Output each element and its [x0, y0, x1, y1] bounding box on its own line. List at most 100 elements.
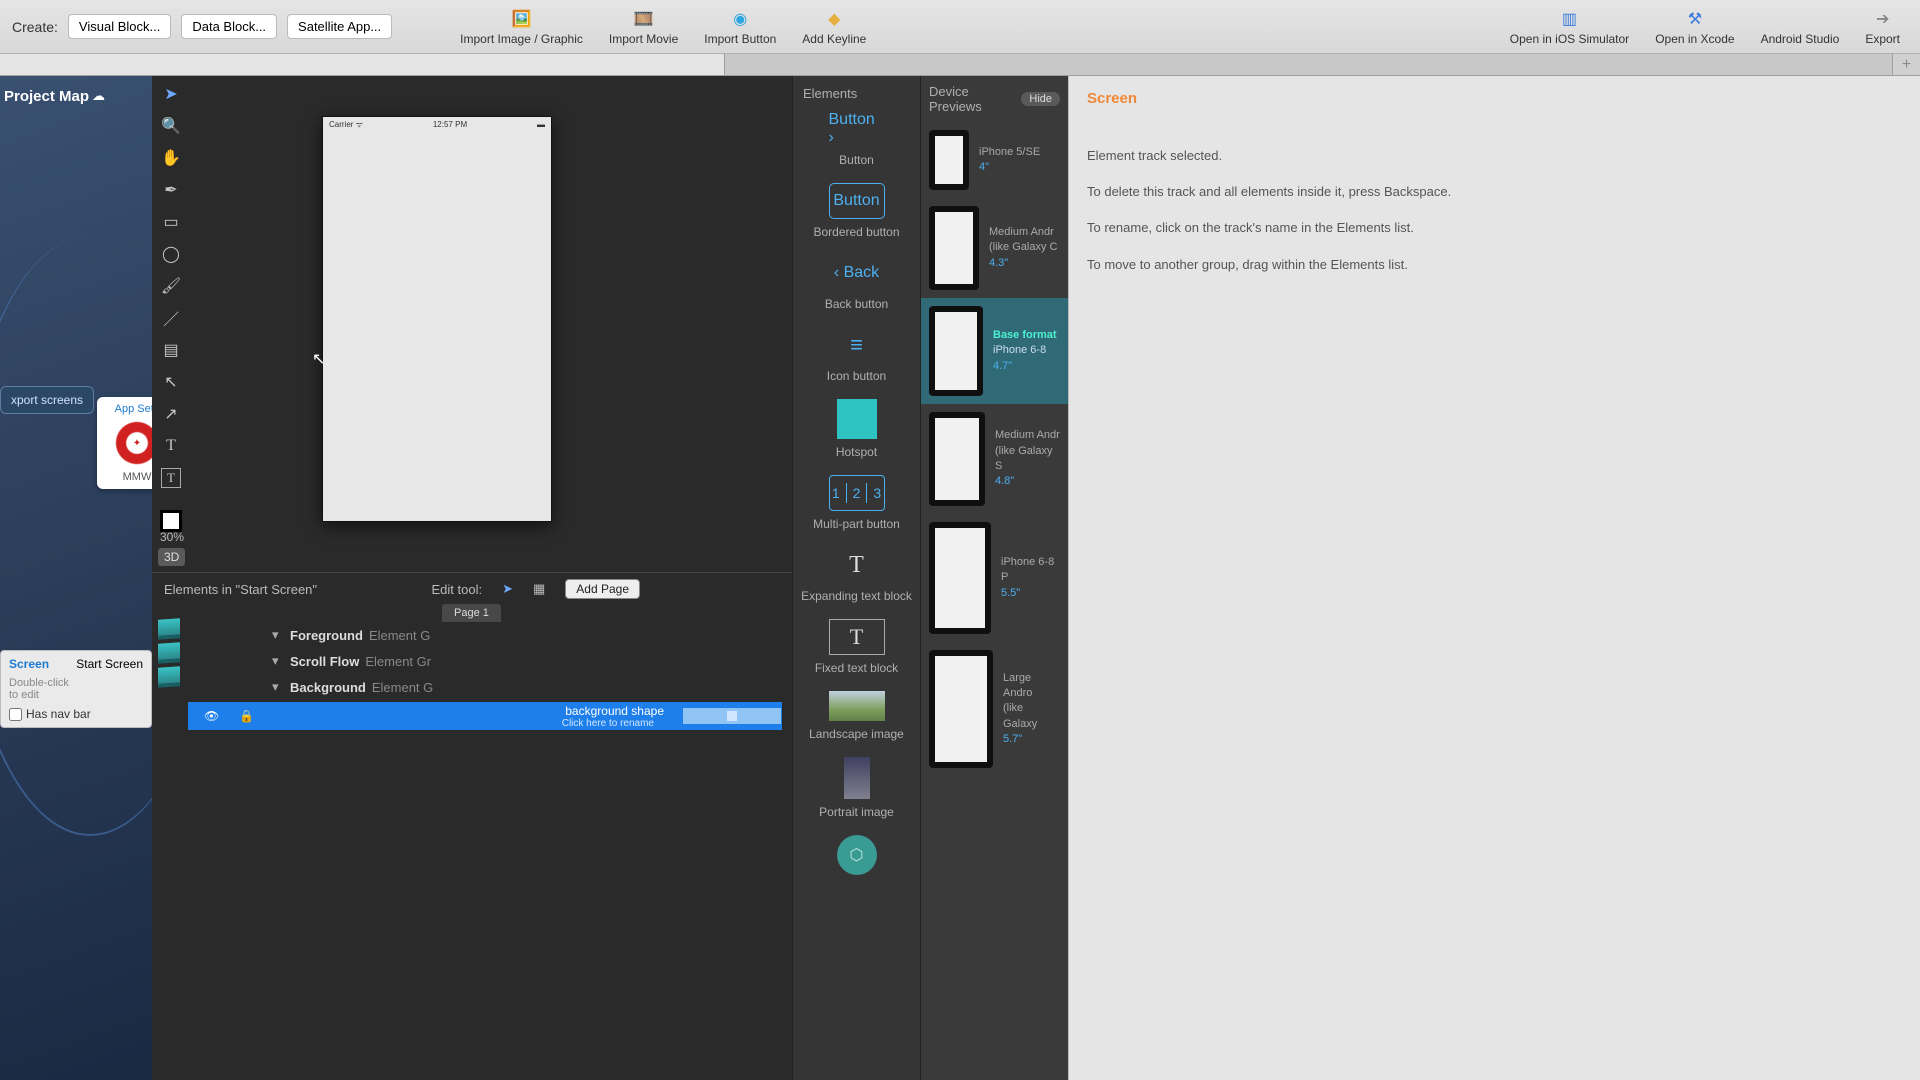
landscape-preview — [829, 691, 885, 721]
tab-strip: + — [0, 54, 1920, 76]
pointer-tool-icon[interactable]: ➤ — [161, 84, 181, 104]
has-nav-checkbox[interactable]: Has nav bar — [9, 707, 143, 721]
lib-expanding-text[interactable]: T Expanding text block — [793, 547, 920, 603]
keyline-icon: ◆ — [823, 8, 845, 30]
device-android-medium-48[interactable]: Medium Andr(like Galaxy S4.8" — [921, 404, 1068, 514]
canvas-panel: ➤ 🔍 ✋ ✒ ▭ ◯ 🖌 ／ ▤ ↖ ↗ T T 30% 3D Carrier… — [152, 76, 792, 1080]
device-iphone-5se[interactable]: iPhone 5/SE4" — [921, 122, 1068, 198]
lib-icon-button[interactable]: ≡ Icon button — [793, 327, 920, 383]
import-button-button[interactable]: ◉ Import Button — [704, 8, 776, 46]
brush-tool-icon[interactable]: 🖌 — [161, 276, 181, 296]
tool-strip: ➤ 🔍 ✋ ✒ ▭ ◯ 🖌 ／ ▤ ↖ ↗ T T — [158, 84, 184, 532]
line-tool-icon[interactable]: ／ — [161, 308, 181, 328]
rename-hint: Click here to rename — [264, 718, 654, 729]
lib-landscape-image[interactable]: Landscape image — [793, 691, 920, 741]
device-android-large-57[interactable]: Large Andro(like Galaxy5.7" — [921, 642, 1068, 776]
app-label: MMW — [103, 471, 152, 483]
track-scroll-flow[interactable]: ▾ Scroll Flow Element Gr — [272, 648, 782, 674]
lib-hotspot[interactable]: Hotspot — [793, 399, 920, 459]
hide-button[interactable]: Hide — [1021, 92, 1060, 106]
android-icon — [1789, 8, 1811, 30]
zoom-value: 30% — [160, 530, 184, 544]
text-tool-icon[interactable]: T — [161, 436, 181, 456]
ellipse-tool-icon[interactable]: ◯ — [161, 244, 181, 264]
visual-block-button[interactable]: Visual Block... — [68, 14, 171, 39]
has-nav-input[interactable] — [9, 708, 22, 721]
rect-tool-icon[interactable]: ▭ — [161, 212, 181, 232]
project-map-title: Project Map — [4, 88, 89, 105]
bordered-preview: Button — [829, 183, 885, 219]
lib-bordered-button[interactable]: Button Bordered button — [793, 183, 920, 239]
lib-back-button[interactable]: ‹ Back Back button — [793, 255, 920, 311]
open-xcode-button[interactable]: ⚒ Open in Xcode — [1655, 8, 1734, 46]
phone-preview[interactable]: Carrier ᯤ 12:57 PM ▬ — [322, 116, 552, 522]
device-android-medium-43[interactable]: Medium Andr(like Galaxy C4.3" — [921, 198, 1068, 298]
import-image-button[interactable]: 🖼️ Import Image / Graphic — [460, 8, 583, 46]
node-tool-icon[interactable]: ↖ — [161, 372, 181, 392]
image-icon: 🖼️ — [511, 8, 533, 30]
open-ios-button[interactable]: ▥ Open in iOS Simulator — [1510, 8, 1629, 46]
active-tab[interactable] — [0, 54, 725, 75]
satellite-app-button[interactable]: Satellite App... — [287, 14, 392, 39]
textbox-tool-icon[interactable]: T — [161, 468, 181, 488]
page-tab[interactable]: Page 1 — [442, 604, 501, 622]
lib-multipart-button[interactable]: 123 Multi-part button — [793, 475, 920, 531]
android-studio-button[interactable]: Android Studio — [1761, 8, 1840, 46]
exptext-preview: T — [829, 547, 885, 583]
xcode-icon: ⚒ — [1684, 8, 1706, 30]
battery-icon: ▬ — [537, 120, 545, 129]
track-background[interactable]: ▾ Background Element G — [272, 674, 782, 700]
visibility-icon[interactable]: 👁 — [204, 709, 219, 723]
device-frame — [929, 206, 979, 290]
hotspot-preview — [837, 399, 877, 439]
app-settings-card[interactable]: App Setti ✦ MMW — [97, 397, 152, 489]
layer-icon[interactable] — [158, 666, 180, 684]
export-screens-chip[interactable]: xport screens — [0, 386, 94, 414]
color-swatch[interactable] — [160, 510, 182, 532]
layer-icon[interactable] — [158, 618, 180, 636]
direct-tool-icon[interactable]: ↗ — [161, 404, 181, 424]
inspector-text: To rename, click on the track's name in … — [1087, 219, 1902, 237]
lib-portrait-image[interactable]: Portrait image — [793, 757, 920, 819]
edit-pointer-icon[interactable]: ➤ — [502, 581, 513, 597]
inspector-text: Element track selected. — [1087, 147, 1902, 165]
gradient-tool-icon[interactable]: ▤ — [161, 340, 181, 360]
ios-icon: ▥ — [1558, 8, 1580, 30]
chevron-down-icon[interactable]: ▾ — [272, 653, 290, 669]
import-movie-button[interactable]: 🎞️ Import Movie — [609, 8, 678, 46]
export-button[interactable]: ➔ Export — [1865, 8, 1900, 46]
data-block-button[interactable]: Data Block... — [181, 14, 277, 39]
back-preview: ‹ Back — [829, 255, 885, 291]
cloud-icon[interactable]: ☁︎ — [92, 88, 105, 104]
device-iphone-6-8[interactable]: Base formatiPhone 6-84.7" — [921, 298, 1068, 404]
device-iphone-6-8-plus[interactable]: iPhone 6-8 P5.5" — [921, 514, 1068, 642]
lib-hex-item[interactable]: ⬡ — [793, 835, 920, 875]
zoom-tool-icon[interactable]: 🔍 — [161, 116, 181, 136]
hand-tool-icon[interactable]: ✋ — [161, 148, 181, 168]
edit-tool-label: Edit tool: — [431, 582, 482, 597]
element-name: background shape — [264, 704, 664, 718]
lib-fixed-text[interactable]: T Fixed text block — [793, 619, 920, 675]
add-page-button[interactable]: Add Page — [565, 579, 640, 599]
device-previews-title: Device Previews — [929, 84, 1021, 114]
movie-icon: 🎞️ — [633, 8, 655, 30]
device-frame — [929, 412, 985, 506]
add-keyline-button[interactable]: ◆ Add Keyline — [802, 8, 866, 46]
edit-frame-icon[interactable]: ▦ — [533, 581, 545, 597]
screen-card[interactable]: Screen Start Screen Double-click to edit… — [0, 650, 152, 728]
selected-element-row[interactable]: 👁 🔒 background shape Click here to renam… — [188, 702, 782, 730]
timeline-block[interactable] — [682, 707, 782, 725]
view-3d-button[interactable]: 3D — [158, 548, 185, 566]
lock-icon[interactable]: 🔒 — [239, 709, 254, 723]
new-tab-button[interactable]: + — [1892, 54, 1920, 75]
create-label: Create: — [12, 19, 58, 35]
device-frame — [929, 522, 991, 634]
layer-icon[interactable] — [158, 642, 180, 660]
pen-tool-icon[interactable]: ✒ — [161, 180, 181, 200]
app-settings-title: App Setti — [103, 403, 152, 415]
lib-button[interactable]: Button › Button — [793, 111, 920, 167]
chevron-down-icon[interactable]: ▾ — [272, 679, 290, 695]
track-foreground[interactable]: ▾ Foreground Element G — [272, 622, 782, 648]
chevron-down-icon[interactable]: ▾ — [272, 627, 290, 643]
screen-card-title: Screen — [9, 657, 49, 671]
